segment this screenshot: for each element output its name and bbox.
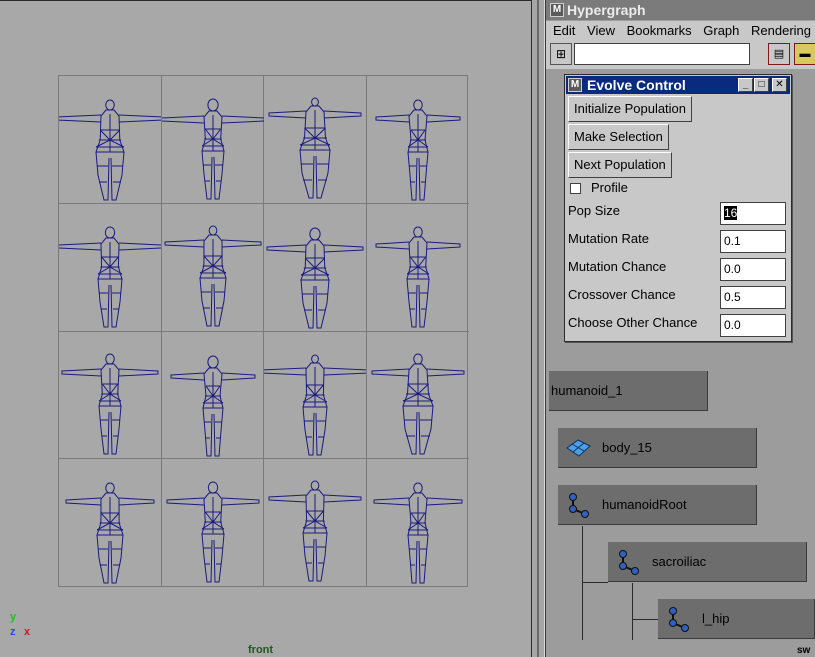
menu-rendering[interactable]: Rendering (751, 23, 811, 38)
hypergraph-toolbar: ⊞ ▤ ▬ (546, 41, 815, 69)
mutation-chance-field[interactable]: 0.0 (720, 258, 786, 281)
mutation-rate-label: Mutation Rate (568, 231, 649, 246)
humanoid-figure (266, 227, 364, 329)
humanoid-figure (375, 99, 460, 201)
choose-other-chance-field[interactable]: 0.0 (720, 314, 786, 337)
humanoid-figure (373, 482, 462, 584)
mutation-chance-label: Mutation Chance (568, 259, 667, 274)
population-cell[interactable] (264, 203, 367, 332)
evolve-title: Evolve Control (587, 77, 686, 93)
input-output-icon[interactable]: ▬ (794, 43, 815, 65)
node-body-15[interactable]: body_15 (558, 428, 757, 468)
population-cell[interactable] (59, 203, 162, 332)
hypergraph-menubar: Edit View Bookmarks Graph Rendering (546, 21, 815, 41)
humanoid-figure (164, 225, 261, 327)
axis-y-label: y (10, 611, 17, 623)
node-humanoid-root[interactable]: humanoidRoot (558, 485, 757, 525)
front-viewport[interactable]: y z x front (0, 0, 531, 657)
corner-label: sw (797, 645, 811, 656)
population-cell[interactable] (366, 76, 469, 204)
scene-hierarchy-icon[interactable]: ▤ (768, 43, 790, 65)
population-cell[interactable] (59, 331, 162, 460)
population-cell[interactable] (264, 76, 367, 204)
humanoid-figure (375, 226, 460, 328)
joint-icon (619, 550, 639, 575)
menu-edit[interactable]: Edit (553, 23, 575, 38)
humanoid-figure (371, 353, 464, 454)
node-humanoid-1[interactable]: humanoid_1 (549, 371, 708, 411)
humanoid-figure (268, 97, 362, 199)
make-selection-button[interactable]: Make Selection (568, 124, 669, 150)
mutation-rate-field[interactable]: 0.1 (720, 230, 786, 253)
evolve-titlebar[interactable]: M Evolve Control _ □ ✕ (566, 76, 790, 94)
population-cell[interactable] (264, 331, 367, 460)
population-cell[interactable] (161, 331, 264, 460)
maya-icon: M (550, 3, 564, 17)
population-grid (58, 75, 470, 587)
population-cell[interactable] (366, 204, 469, 332)
population-cell[interactable] (264, 459, 367, 587)
axis-x-label: x (24, 626, 31, 638)
graph-layout-icon[interactable]: ⊞ (550, 43, 572, 65)
hypergraph-title: Hypergraph (567, 2, 646, 18)
camera-label: front (248, 644, 274, 656)
population-cell[interactable] (59, 76, 162, 204)
menu-graph[interactable]: Graph (703, 23, 739, 38)
node-label: body_15 (602, 440, 652, 455)
node-label: sacroiliac (652, 554, 707, 569)
humanoid-figure (268, 480, 362, 582)
node-sacroiliac[interactable]: sacroiliac (608, 542, 807, 582)
hypergraph-search-input[interactable] (574, 43, 750, 65)
hierarchy-line (582, 526, 583, 640)
next-population-button[interactable]: Next Population (568, 152, 672, 178)
choose-other-chance-label: Choose Other Chance (568, 315, 698, 330)
hierarchy-line (632, 583, 633, 640)
initialize-population-button[interactable]: Initialize Population (568, 96, 693, 122)
node-label: humanoidRoot (602, 497, 687, 512)
humanoid-figure (59, 99, 161, 201)
joint-icon (669, 607, 689, 632)
maximize-icon[interactable]: □ (754, 78, 769, 92)
minimize-icon[interactable]: _ (738, 78, 753, 92)
node-l-hip[interactable]: l_hip (658, 599, 815, 639)
humanoid-figure (161, 98, 264, 200)
crossover-chance-field[interactable]: 0.5 (720, 286, 786, 309)
population-cell[interactable] (367, 459, 470, 587)
maya-icon: M (568, 78, 582, 92)
humanoid-figure (65, 482, 155, 584)
population-cell[interactable] (161, 203, 264, 332)
humanoid-figure (61, 353, 159, 454)
axis-indicator: y z x (6, 611, 46, 647)
humanoid-figure (59, 226, 161, 328)
humanoid-figure (170, 355, 255, 456)
hierarchy-line (582, 582, 608, 583)
pane-divider[interactable] (531, 0, 545, 657)
hierarchy-line (632, 619, 658, 620)
humanoid-figure (264, 354, 366, 455)
menu-view[interactable]: View (587, 23, 615, 38)
population-cell[interactable] (366, 332, 469, 460)
population-cell[interactable] (59, 459, 162, 587)
mesh-icon (566, 439, 591, 457)
population-cell[interactable] (162, 459, 264, 587)
humanoid-figure (166, 481, 259, 583)
profile-label: Profile (591, 180, 628, 195)
joint-icon (569, 493, 589, 518)
node-label: humanoid_1 (551, 383, 623, 398)
axis-z-label: z (10, 626, 16, 638)
close-icon[interactable]: ✕ (772, 78, 787, 92)
hypergraph-titlebar[interactable]: M Hypergraph (546, 0, 815, 20)
crossover-chance-label: Crossover Chance (568, 287, 676, 302)
evolve-control-dialog: M Evolve Control _ □ ✕ Initialize Popula… (564, 74, 792, 342)
pop-size-label: Pop Size (568, 203, 621, 218)
population-cell[interactable] (161, 76, 264, 204)
pop-size-field[interactable]: 16 (720, 202, 786, 225)
menu-bookmarks[interactable]: Bookmarks (627, 23, 692, 38)
node-label: l_hip (702, 611, 730, 626)
profile-checkbox[interactable] (570, 183, 581, 194)
